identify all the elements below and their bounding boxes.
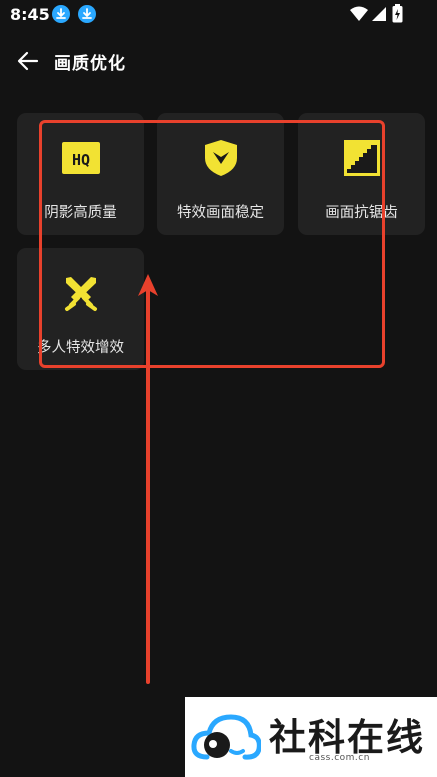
tile-label: 阴影高质量 xyxy=(44,205,117,221)
tile-label: 多人特效增效 xyxy=(37,340,124,356)
tile-label: 画面抗锯齿 xyxy=(325,205,398,221)
tile-label: 特效画面稳定 xyxy=(177,205,264,221)
staircase-icon xyxy=(343,139,381,177)
hq-icon: HQ xyxy=(62,139,100,177)
watermark-subtext: cass.com.cn xyxy=(309,753,370,763)
tile-shadow-high-quality[interactable]: HQ 阴影高质量 xyxy=(17,113,144,235)
shield-icon xyxy=(202,139,240,177)
tile-multiplayer-effect-boost[interactable]: 多人特效增效 xyxy=(17,248,144,370)
tile-anti-aliasing[interactable]: 画面抗锯齿 xyxy=(298,113,425,235)
back-button[interactable] xyxy=(14,47,42,75)
watermark: 社科在线 cass.com.cn xyxy=(185,697,437,777)
wifi-icon xyxy=(350,6,368,26)
cloud-eye-logo-icon xyxy=(191,714,261,760)
screen: 8:45 画质优化 HQ 阴影高质量 特效画面稳定 画面抗锯齿 多人特效增效 社… xyxy=(0,0,437,777)
battery-charging-icon xyxy=(392,4,403,27)
tile-effect-frame-stable[interactable]: 特效画面稳定 xyxy=(157,113,284,235)
crossed-swords-icon xyxy=(62,274,100,312)
signal-icon xyxy=(371,6,387,26)
status-bar: 8:45 xyxy=(0,0,437,30)
page-title: 画质优化 xyxy=(54,54,126,74)
download-notification-icon xyxy=(52,5,70,23)
svg-text:HQ: HQ xyxy=(72,151,90,169)
arrow-left-icon xyxy=(17,51,39,71)
download-notification-icon xyxy=(78,5,96,23)
status-time: 8:45 xyxy=(10,5,50,24)
